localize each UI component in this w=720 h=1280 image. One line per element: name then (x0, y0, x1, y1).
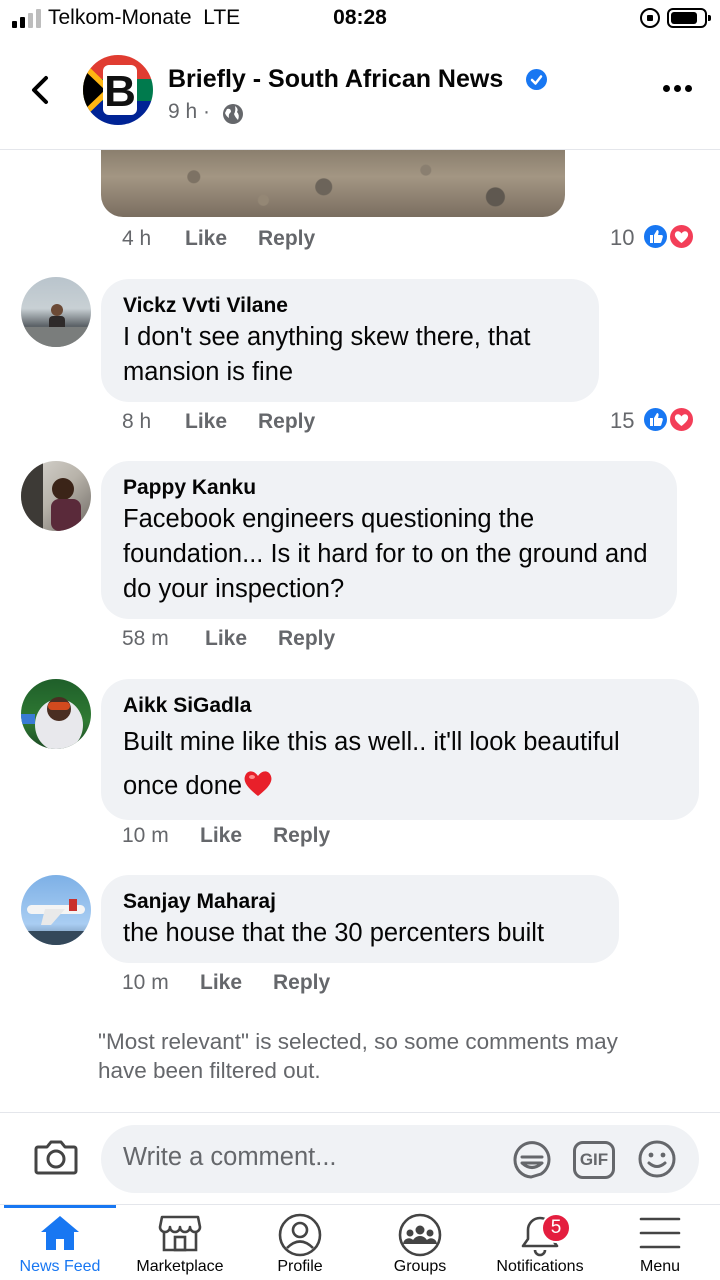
commenter-name[interactable]: Aikk SiGadla (123, 693, 677, 719)
love-reaction-icon (668, 223, 695, 250)
back-icon[interactable] (26, 70, 56, 110)
comment-composer: Write a comment... GIF (0, 1112, 720, 1204)
clock: 08:28 (333, 6, 387, 29)
comment-bubble: Aikk SiGadla Built mine like this as wel… (101, 679, 699, 820)
love-reaction-icon (668, 406, 695, 433)
tab-label: Notifications (496, 1258, 584, 1275)
reaction-count: 10 (610, 225, 635, 250)
verified-icon (526, 69, 547, 90)
comment-text: Built mine like this as well.. it'll loo… (123, 720, 677, 808)
page-title[interactable]: Briefly - South African News (168, 65, 503, 94)
comment-bubble: Pappy Kanku Facebook engineers questioni… (101, 461, 677, 619)
camera-icon[interactable] (34, 1137, 78, 1177)
post-header: B Briefly - South African News 9 h · (0, 40, 720, 150)
post-time[interactable]: 9 h · (168, 100, 210, 124)
comment-time: 58 m (122, 627, 169, 650)
menu-icon (639, 1217, 681, 1249)
comment-text: Facebook engineers questioning the found… (123, 505, 648, 603)
avatar[interactable] (21, 277, 91, 347)
tab-label: Profile (277, 1258, 323, 1275)
commenter-name[interactable]: Sanjay Maharaj (123, 889, 597, 915)
like-reaction-icon (642, 223, 669, 250)
comment-time: 4 h (122, 227, 152, 250)
filter-note: "Most relevant" is selected, so some com… (98, 1029, 618, 1083)
like-button[interactable]: Like (185, 410, 227, 434)
avatar[interactable] (21, 875, 91, 945)
orientation-lock-icon (640, 8, 660, 28)
like-button[interactable]: Like (185, 227, 227, 251)
tab-news-feed[interactable]: News Feed (0, 1205, 120, 1280)
reaction-summary[interactable]: 10 (610, 223, 700, 251)
page-avatar[interactable]: B (83, 55, 153, 125)
comment-bubble: Vickz Vvti Vilane I don't see anything s… (101, 279, 599, 402)
tab-marketplace[interactable]: Marketplace (120, 1205, 240, 1280)
reply-button[interactable]: Reply (278, 627, 335, 651)
comment-text: I don't see anything skew there, that ma… (123, 323, 531, 386)
tab-label: Menu (639, 1258, 681, 1275)
sticker-icon[interactable] (511, 1139, 553, 1181)
groups-icon (398, 1213, 442, 1257)
comment-bubble: Sanjay Maharaj the house that the 30 per… (101, 875, 619, 963)
tab-groups[interactable]: Groups (360, 1205, 480, 1280)
tab-notifications[interactable]: 5 Notifications (480, 1205, 600, 1280)
gif-icon[interactable]: GIF (573, 1141, 615, 1179)
commenter-name[interactable]: Vickz Vvti Vilane (123, 293, 577, 319)
commenter-name[interactable]: Pappy Kanku (123, 475, 655, 501)
bottom-tab-bar: News Feed Marketplace Profile Groups 5 N… (0, 1204, 720, 1280)
profile-icon (278, 1213, 322, 1257)
tab-label: Groups (393, 1258, 447, 1275)
globe-icon (223, 104, 243, 124)
reply-button[interactable]: Reply (273, 971, 330, 995)
comment-text-content: Built mine like this as well.. it'll loo… (123, 728, 620, 800)
like-button[interactable]: Like (205, 627, 247, 651)
reaction-summary[interactable]: 15 (610, 406, 700, 434)
battery-icon (667, 8, 711, 28)
reply-button[interactable]: Reply (258, 410, 315, 434)
like-button[interactable]: Like (200, 971, 242, 995)
avatar[interactable] (21, 461, 91, 531)
tab-label: News Feed (19, 1258, 101, 1275)
status-bar: Telkom-Monate LTE 08:28 (0, 0, 720, 36)
tab-profile[interactable]: Profile (240, 1205, 360, 1280)
reaction-count: 15 (610, 408, 635, 433)
svg-text:B: B (104, 67, 136, 116)
comment-placeholder: Write a comment... (123, 1143, 337, 1171)
comment-time: 10 m (122, 824, 169, 847)
like-reaction-icon (642, 406, 669, 433)
marketplace-icon (158, 1215, 202, 1252)
comment-time: 10 m (122, 971, 169, 994)
tab-menu[interactable]: Menu (600, 1205, 720, 1280)
reply-button[interactable]: Reply (258, 227, 315, 251)
comment-input[interactable]: Write a comment... GIF (101, 1125, 699, 1193)
notification-badge: 5 (541, 1213, 571, 1243)
like-button[interactable]: Like (200, 824, 242, 848)
red-heart-icon (244, 771, 272, 796)
comment-text: the house that the 30 percenters built (123, 919, 545, 947)
more-options-icon[interactable] (662, 84, 694, 94)
home-icon (41, 1216, 79, 1250)
reply-button[interactable]: Reply (273, 824, 330, 848)
comment-photo[interactable] (101, 150, 565, 217)
avatar[interactable] (21, 679, 91, 749)
comment-time: 8 h (122, 410, 152, 433)
emoji-icon[interactable] (637, 1139, 677, 1179)
tab-label: Marketplace (136, 1258, 224, 1275)
